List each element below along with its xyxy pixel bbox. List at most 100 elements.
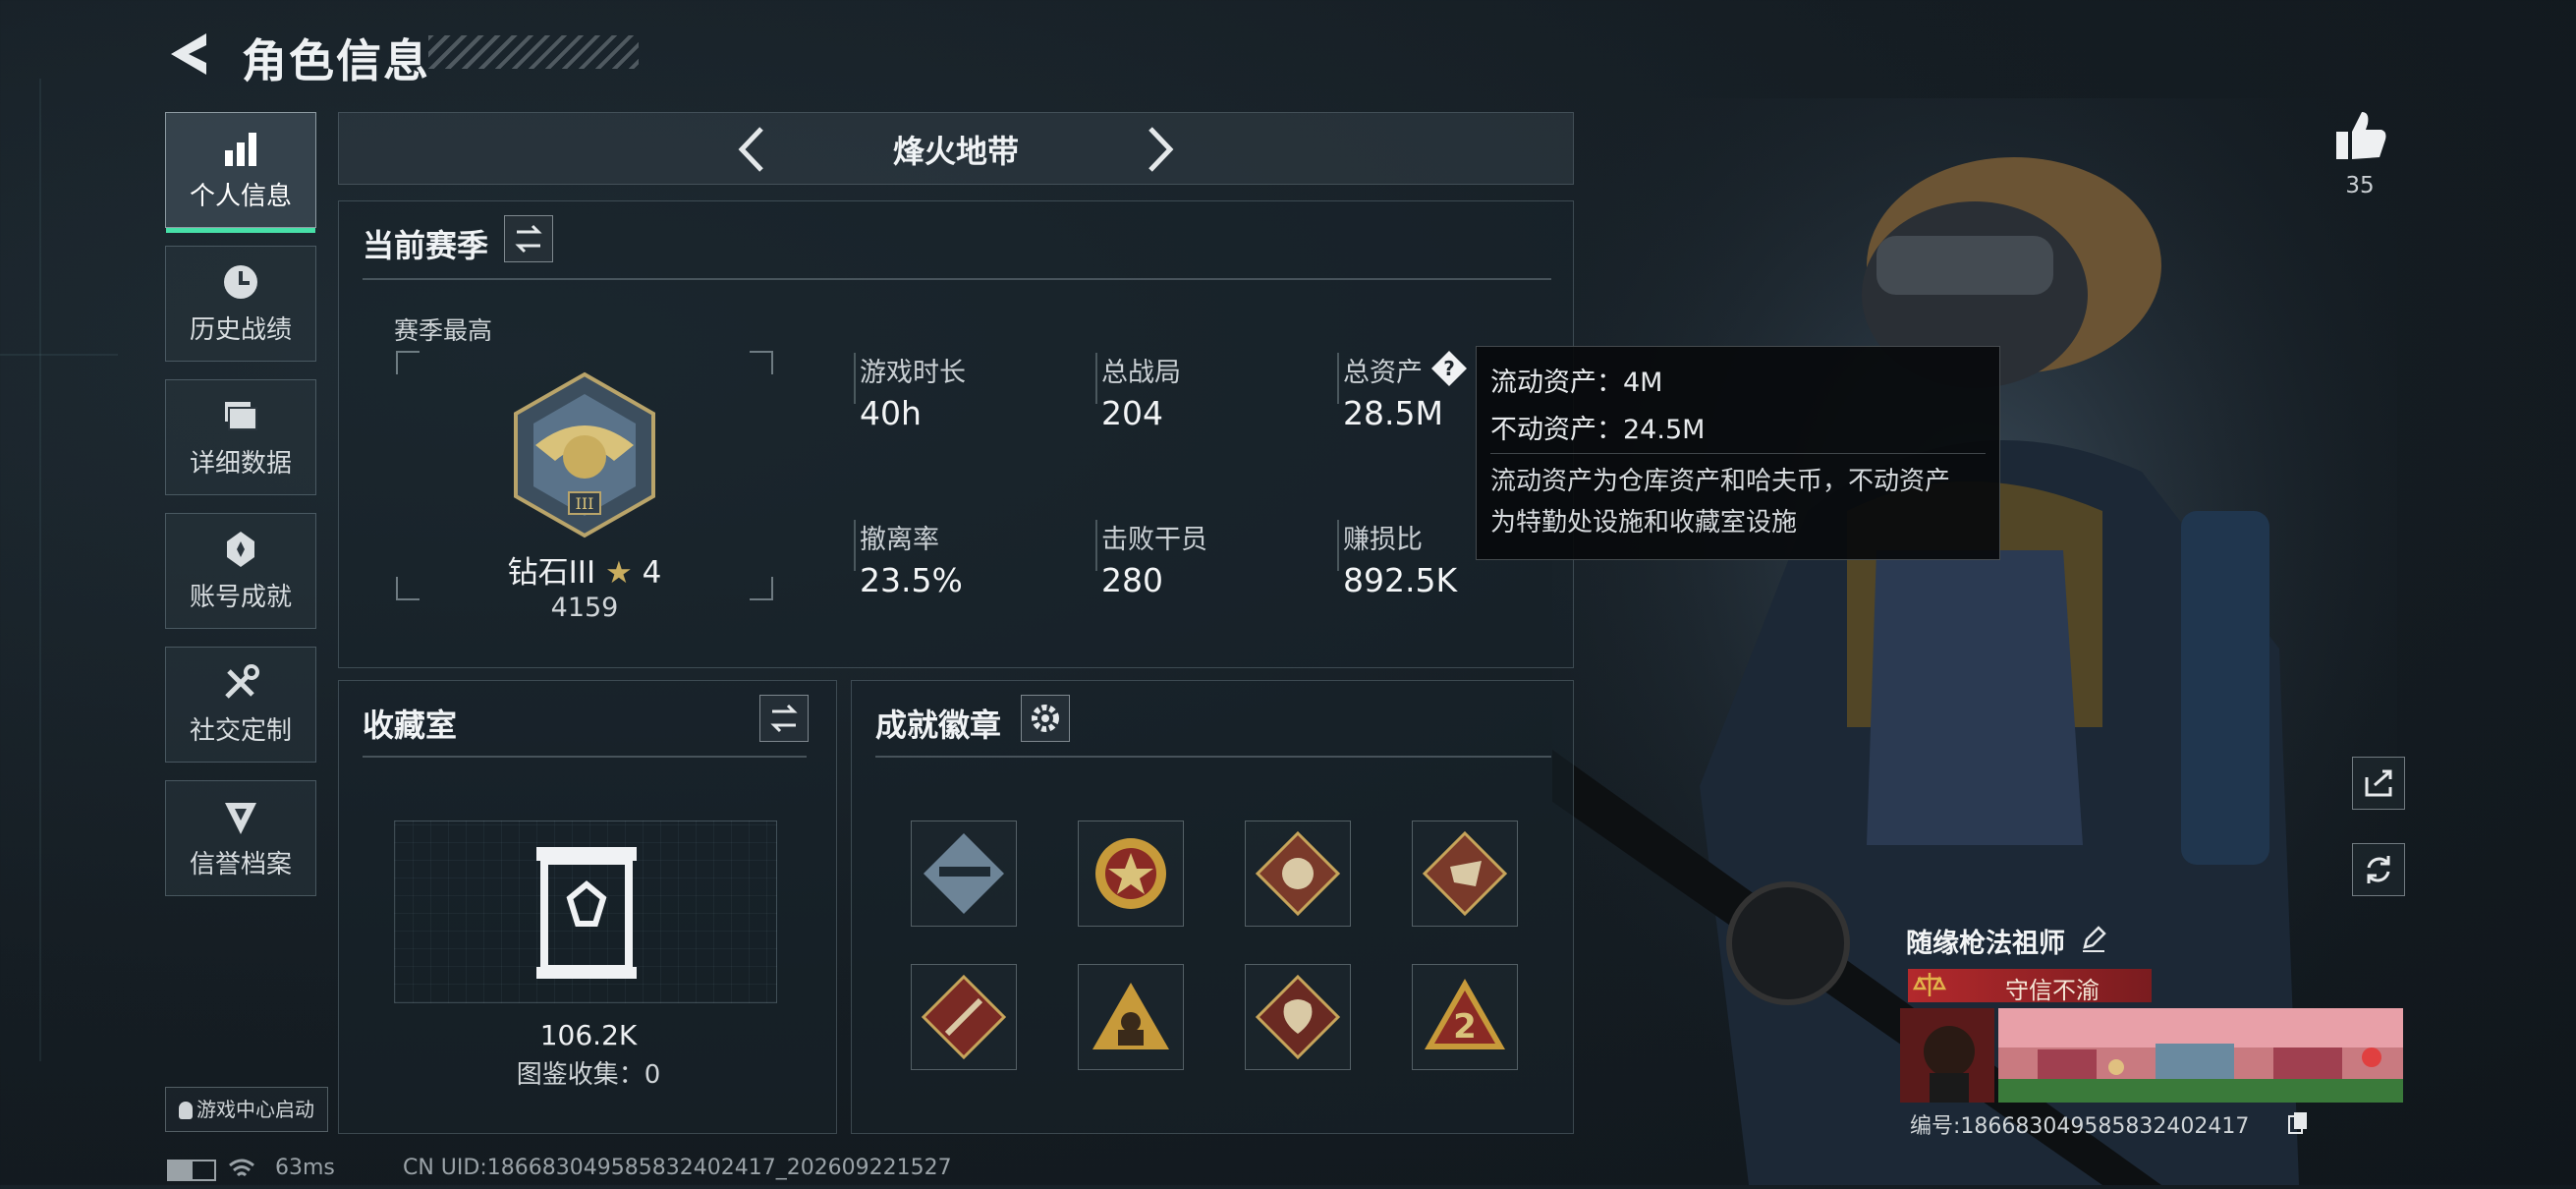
mode-label: 烽火地带 <box>892 133 1019 170</box>
beast-badge-icon <box>1422 830 1508 917</box>
frame-corner <box>396 577 420 600</box>
collection-panel: 收藏室 106.2K 图鉴收集：0 <box>338 680 837 1134</box>
sidebar-item-label: 账号成就 <box>189 583 292 612</box>
stat-value: 280 <box>1101 561 1163 599</box>
achievement-settings-button[interactable] <box>1021 695 1070 742</box>
frame-corner <box>396 351 420 374</box>
collection-title: 收藏室 <box>363 707 458 744</box>
sidebar-item-label: 个人信息 <box>189 182 292 211</box>
launch-label: 游戏中心启动 <box>196 1098 314 1121</box>
copy-id-button[interactable] <box>2287 1110 2309 1136</box>
sidebar-item-personal-info[interactable]: 个人信息 <box>165 112 316 233</box>
tools-icon <box>225 664 259 699</box>
wifi-icon <box>229 1159 254 1177</box>
achievement-panel: 成就徽章 2 <box>851 680 1574 1134</box>
divider <box>363 756 807 758</box>
ping-value: 63ms <box>275 1156 335 1180</box>
swap-icon <box>515 224 542 254</box>
rank-emblem-icon: III <box>514 371 655 538</box>
stat-divider <box>1095 353 1097 404</box>
question-icon: ? <box>1431 351 1467 386</box>
badge-slot[interactable] <box>1078 964 1184 1070</box>
badge-slot[interactable] <box>911 964 1017 1070</box>
wolf-badge-icon <box>1255 830 1341 917</box>
stat-divider <box>1337 520 1339 571</box>
tools-badge-icon <box>921 974 1007 1060</box>
copy-icon <box>2288 1112 2307 1134</box>
gear-icon <box>1032 705 1059 732</box>
star-medal-icon <box>1095 838 1166 909</box>
sidebar-item-social-custom[interactable]: 社交定制 <box>165 647 316 763</box>
credit-tag-label: 守信不渝 <box>2005 977 2100 1004</box>
share-icon <box>2365 769 2392 797</box>
collection-switch-button[interactable] <box>759 695 809 742</box>
badge-slot[interactable] <box>1245 821 1351 927</box>
rank-score: 4159 <box>550 593 619 623</box>
badge-slot[interactable] <box>911 821 1017 927</box>
sidebar-item-achievements[interactable]: 账号成就 <box>165 513 316 629</box>
like-button[interactable] <box>2330 106 2389 163</box>
page-title: 角色信息 <box>242 34 430 87</box>
stat-value: 40h <box>860 394 922 432</box>
user-icon <box>179 1102 193 1119</box>
clock-icon <box>224 265 257 299</box>
sidebar-item-label: 详细数据 <box>189 449 292 479</box>
badge-slot[interactable]: 2 <box>1412 964 1518 1070</box>
help-button[interactable]: ? <box>1429 349 1469 388</box>
sidebar-item-detailed-data[interactable]: 详细数据 <box>165 379 316 495</box>
uid-text: CN UID:18668304958583240​2417_2026092215… <box>403 1156 952 1180</box>
player-id: 编号:18668304958583240​2417 <box>1910 1114 2250 1139</box>
svg-text:2: 2 <box>1453 1007 1477 1047</box>
dragon-badge-icon <box>1255 974 1341 1060</box>
credit-tag: 守信不渝 <box>1908 969 2152 1004</box>
collection-value: 106.2K <box>539 1019 638 1051</box>
game-center-launch-button[interactable]: 游戏中心启动 <box>165 1087 328 1132</box>
season-panel: 当前赛季 赛季最高 III 钻石III ★ 4 4159 游戏时长 40h 总战… <box>338 200 1574 668</box>
banner-image <box>1900 1008 2403 1103</box>
frame-corner <box>750 351 773 374</box>
shield-icon <box>225 803 256 834</box>
rifle-badge-icon <box>924 833 1004 914</box>
frame-corner <box>750 577 773 600</box>
achievement-title: 成就徽章 <box>875 707 1002 744</box>
stat-label: 总战局 <box>1101 358 1181 388</box>
scale-icon <box>1912 973 1947 996</box>
chevron-right-icon[interactable] <box>1141 123 1180 176</box>
back-button[interactable] <box>165 29 212 79</box>
frame-line <box>0 354 118 356</box>
sidebar-item-credit-file[interactable]: 信誉档案 <box>165 780 316 896</box>
rotate-icon <box>2367 856 2390 883</box>
mode-selector: 烽火地带 <box>338 112 1574 185</box>
frame-line <box>39 79 41 1061</box>
player-banner[interactable] <box>1900 1008 2403 1103</box>
share-button[interactable] <box>2352 757 2405 810</box>
thumbs-up-icon <box>2336 112 2386 159</box>
stack-icon <box>225 402 257 430</box>
stat-label: 击败干员 <box>1101 525 1207 555</box>
asset-tooltip: 流动资产：4M 不动资产：24.5M 流动资产为仓库资产和哈夫币，不动资产 为特… <box>1476 346 2000 560</box>
sidebar-item-label: 历史战绩 <box>189 315 292 345</box>
divider <box>875 756 1551 758</box>
svg-text:III: III <box>576 494 594 513</box>
badge-slot[interactable] <box>1412 821 1518 927</box>
stat-divider <box>1337 353 1339 404</box>
season-switch-button[interactable] <box>504 215 553 262</box>
sidebar-item-history[interactable]: 历史战绩 <box>165 246 316 362</box>
pencil-icon <box>2083 926 2106 952</box>
stat-label: 游戏时长 <box>860 358 966 388</box>
collection-preview[interactable] <box>394 821 777 1003</box>
edit-name-button[interactable] <box>2079 924 2108 953</box>
player-name: 随缘枪法祖师 <box>1906 929 2065 959</box>
divider <box>363 278 1551 280</box>
like-count: 35 <box>2345 173 2375 198</box>
badge-slot[interactable] <box>1078 821 1184 927</box>
sidebar-item-label: 社交定制 <box>189 716 292 746</box>
star-icon: ★ <box>604 555 633 591</box>
badge-slot[interactable] <box>1245 964 1351 1070</box>
battery-icon <box>167 1160 216 1181</box>
stat-value: 23.5% <box>860 561 963 599</box>
sidebar-item-label: 信誉档案 <box>189 850 292 879</box>
rank-name: 钻石III <box>507 555 596 591</box>
refresh-button[interactable] <box>2352 843 2405 896</box>
stat-value: 28.5M <box>1343 394 1443 432</box>
